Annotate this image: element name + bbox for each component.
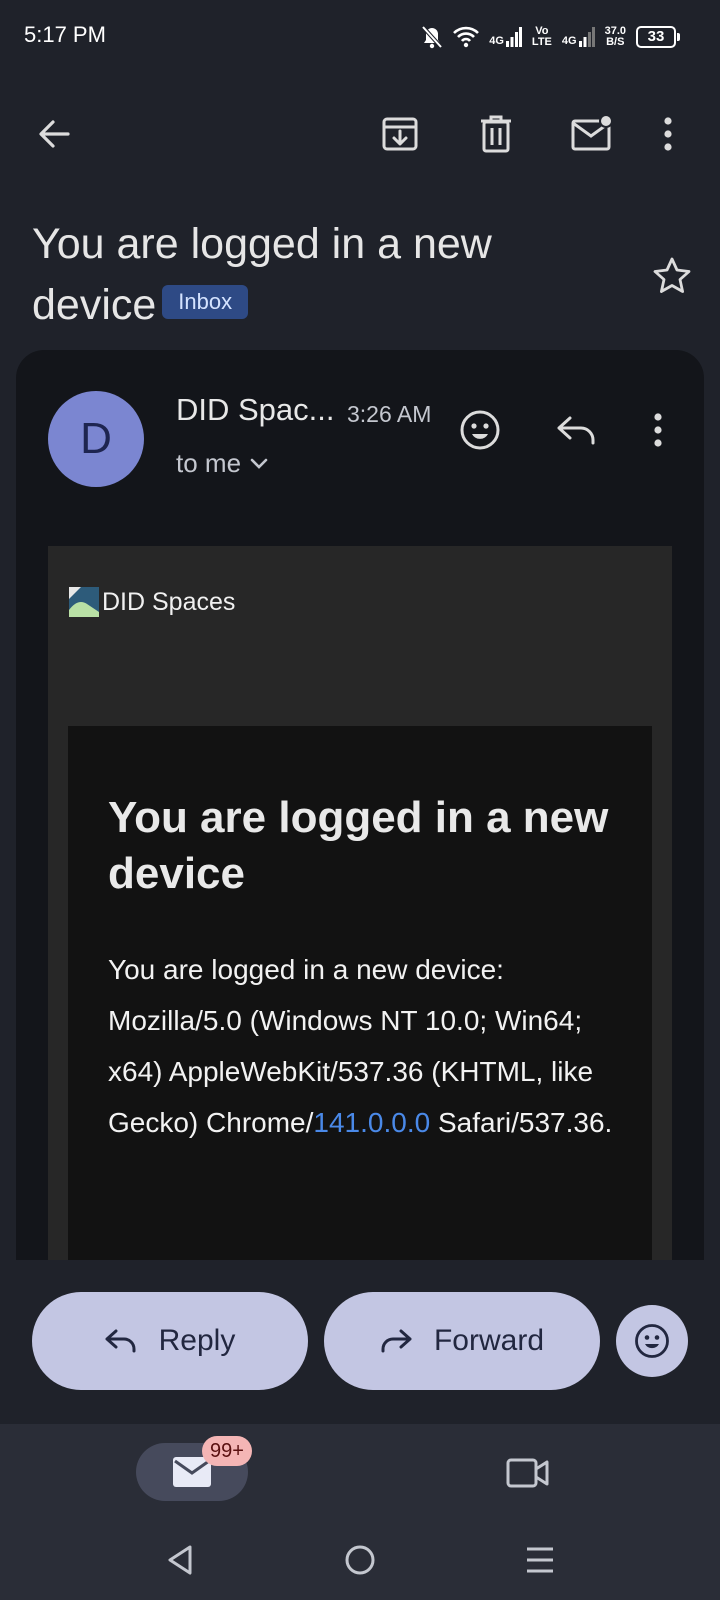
inbox-label-chip[interactable]: Inbox [162, 284, 249, 319]
more-options-button[interactable] [646, 104, 690, 164]
bottom-navigation [0, 1424, 720, 1524]
react-emoji-button[interactable] [616, 1305, 688, 1377]
sender-avatar[interactable]: D [48, 391, 144, 487]
reply-icon [105, 1329, 136, 1353]
emoji-icon [635, 1324, 669, 1358]
back-button[interactable] [24, 104, 84, 164]
star-icon [653, 257, 691, 293]
notifications-off-icon [421, 25, 443, 49]
status-time: 5:17 PM [24, 22, 106, 47]
signal-bars-weak-icon [578, 27, 595, 47]
mark-unread-icon [571, 115, 613, 151]
subject-text: You are logged in a new device [32, 220, 492, 329]
email-subject: You are logged in a new device Inbox [32, 214, 622, 336]
emoji-icon [460, 410, 500, 450]
reply-label: Reply [158, 1324, 236, 1357]
mark-unread-button[interactable] [562, 104, 622, 164]
sender-logo: DID Spaces [68, 586, 235, 618]
recipient-text: to me [176, 448, 242, 478]
system-recents-button[interactable] [510, 1530, 570, 1590]
delete-button[interactable] [466, 104, 526, 164]
reply-button[interactable]: Reply [32, 1292, 308, 1390]
cellular-signal-2: 4G [562, 27, 595, 47]
chevron-down-icon [250, 458, 268, 469]
reply-icon-button[interactable] [546, 400, 606, 460]
battery-indicator: 33 [636, 26, 680, 48]
status-bar: 5:17 PM 4G Vo LTE 4G 37.0 B/S 33 [0, 0, 720, 72]
battery-level: 33 [636, 26, 676, 48]
status-icons: 4G Vo LTE 4G 37.0 B/S 33 [421, 20, 680, 54]
recipient-details-toggle[interactable]: to me [176, 448, 269, 479]
delete-icon [481, 115, 511, 153]
volte-indicator: Vo LTE [531, 25, 552, 48]
recents-menu-icon [527, 1547, 553, 1573]
add-reaction-button[interactable] [450, 400, 510, 460]
data-speed: 37.0 B/S [604, 25, 626, 48]
cellular-signal-1: 4G [489, 27, 522, 47]
archive-button[interactable] [370, 104, 430, 164]
forward-button[interactable]: Forward [324, 1292, 600, 1390]
signal-bars-icon [505, 27, 522, 47]
nav-meet-tab[interactable] [498, 1442, 558, 1502]
sender-name[interactable]: DID Spac... [176, 392, 335, 428]
email-paragraph: You are logged in a new device: Mozilla/… [108, 954, 613, 1138]
message-more-button[interactable] [636, 400, 680, 460]
message-time: 3:26 AM [347, 401, 432, 427]
star-button[interactable] [642, 246, 702, 306]
reply-icon [557, 416, 595, 445]
forward-icon [381, 1329, 412, 1353]
version-link[interactable]: 141.0.0.0 [313, 1107, 430, 1138]
network-type-2: 4G [561, 35, 577, 47]
unread-count-badge: 99+ [202, 1436, 252, 1466]
video-camera-icon [506, 1458, 549, 1488]
wifi-icon [453, 26, 480, 48]
broken-image-icon [69, 587, 99, 617]
system-back-button[interactable] [150, 1530, 210, 1590]
triangle-back-icon [168, 1545, 192, 1575]
system-home-button[interactable] [330, 1530, 390, 1590]
more-vert-icon [654, 413, 662, 447]
circle-home-icon [345, 1545, 375, 1575]
archive-icon [382, 117, 418, 151]
forward-label: Forward [433, 1324, 545, 1357]
back-arrow-icon [39, 120, 70, 148]
email-heading: You are logged in a new device [108, 793, 609, 898]
more-vert-icon [664, 117, 672, 151]
network-type-1: 4G [489, 35, 504, 47]
logo-alt-text: DID Spaces [102, 587, 236, 616]
